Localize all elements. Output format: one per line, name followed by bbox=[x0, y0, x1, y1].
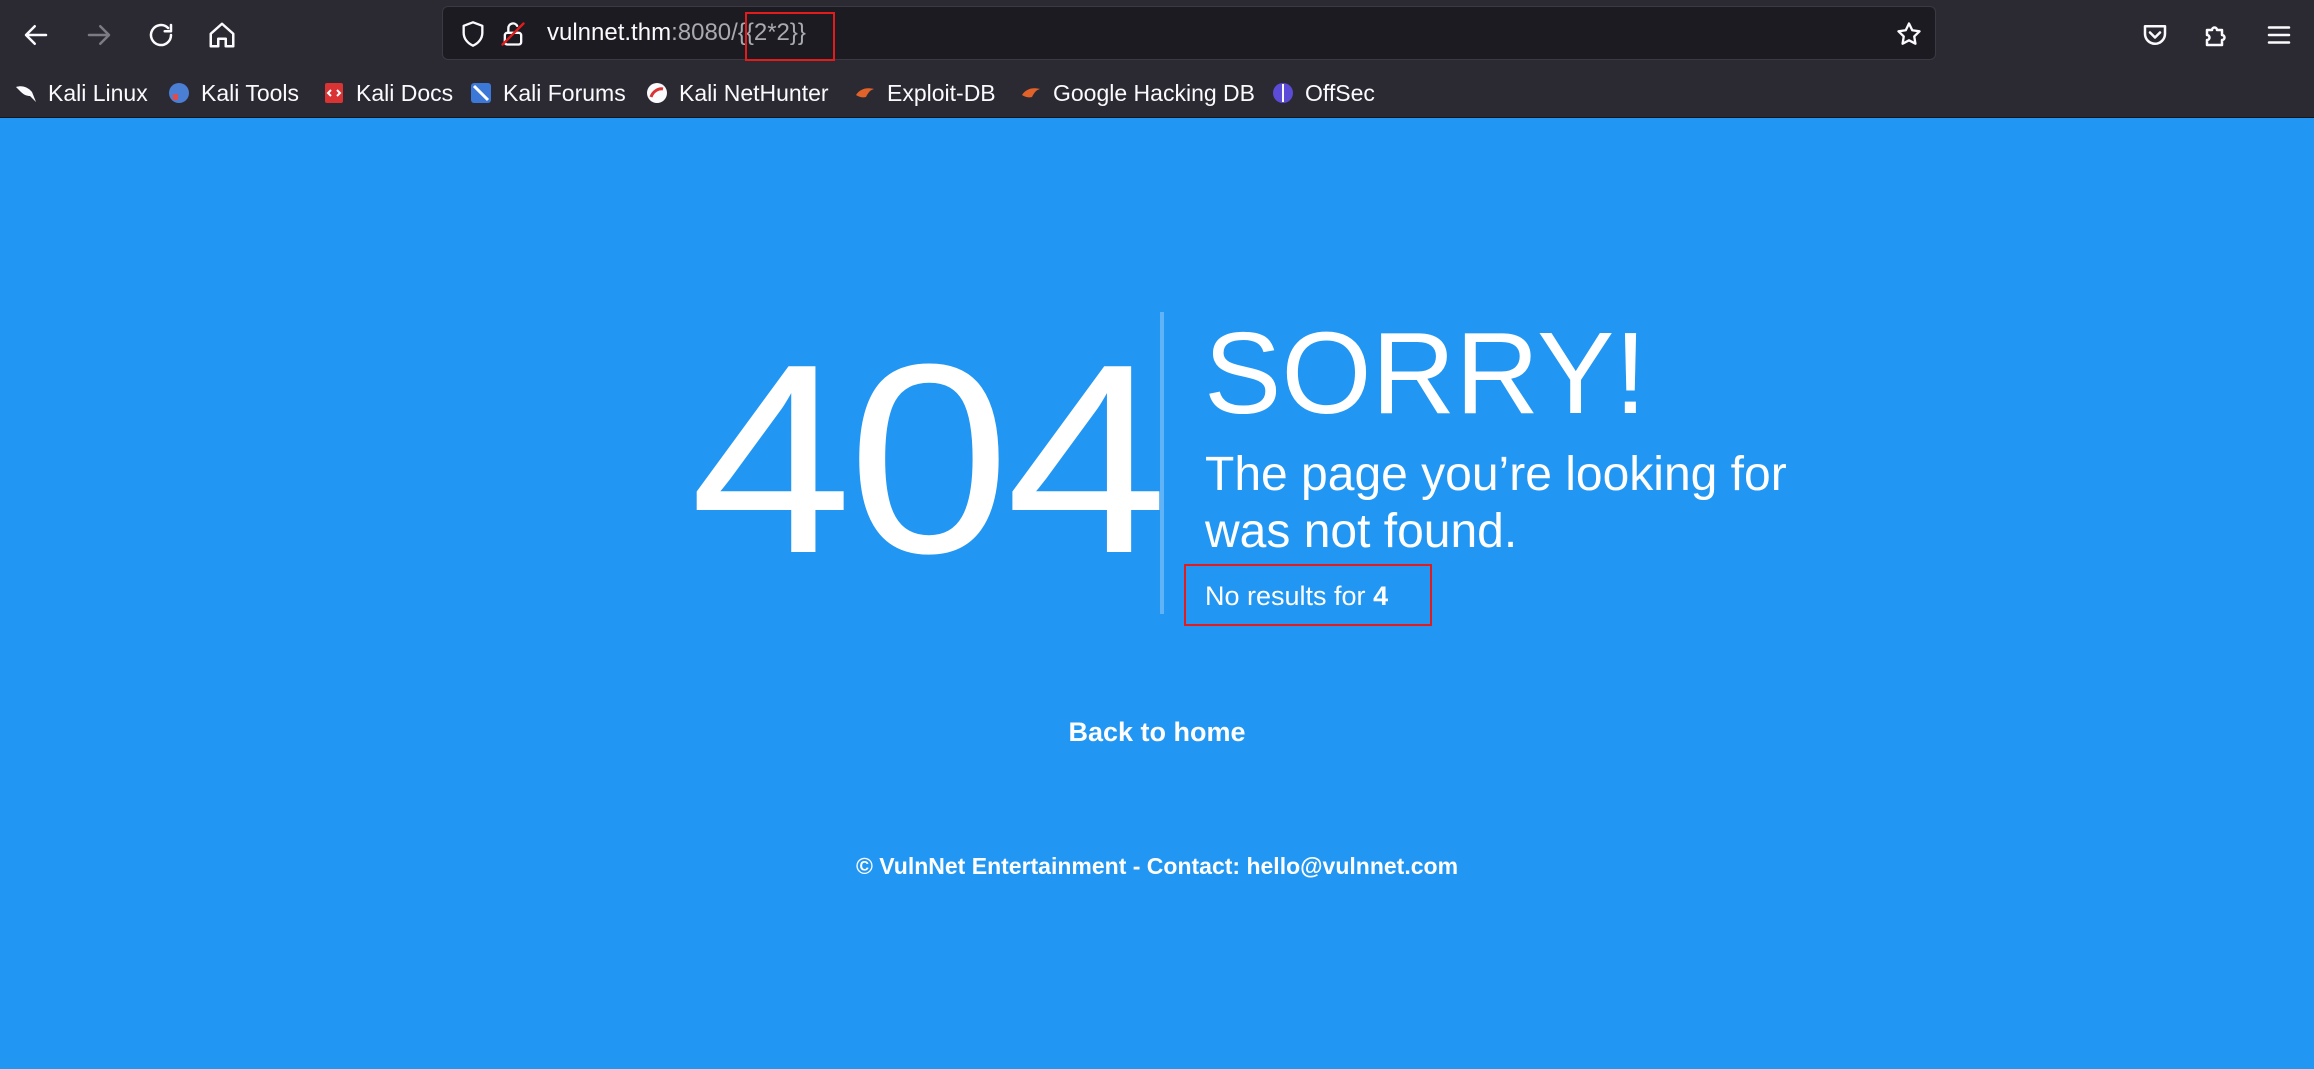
reload-icon bbox=[149, 23, 173, 47]
extensions-button[interactable] bbox=[2195, 13, 2239, 57]
bookmark-kali-nethunter[interactable]: Kali NetHunter bbox=[645, 68, 829, 118]
vertical-divider bbox=[1160, 312, 1164, 614]
kali-dragon-icon bbox=[14, 81, 38, 105]
bookmark-star-icon[interactable] bbox=[1893, 18, 1925, 50]
bookmark-kali-tools[interactable]: Kali Tools bbox=[167, 68, 299, 118]
hamburger-menu-icon bbox=[2267, 26, 2291, 44]
bookmark-label: Exploit-DB bbox=[887, 79, 996, 106]
browser-toolbar: vulnnet.thm:8080/{{2*2}} bbox=[0, 0, 2314, 68]
shield-icon[interactable] bbox=[457, 18, 489, 50]
bookmark-kali-docs[interactable]: Kali Docs bbox=[322, 68, 453, 118]
home-button[interactable] bbox=[200, 13, 244, 57]
nethunter-icon bbox=[645, 81, 669, 105]
url-port-path: :8080/ bbox=[671, 19, 738, 46]
bookmark-offsec[interactable]: OffSec bbox=[1271, 68, 1375, 118]
bookmark-label: Kali Linux bbox=[48, 79, 148, 106]
error-code: 404 bbox=[690, 309, 1168, 610]
bookmark-label: Kali Forums bbox=[503, 79, 626, 106]
bookmarks-toolbar: Kali Linux Kali Tools Kali Docs Kali For… bbox=[0, 68, 2314, 118]
pocket-icon bbox=[2143, 25, 2167, 45]
address-bar[interactable]: vulnnet.thm:8080/{{2*2}} bbox=[442, 6, 1936, 60]
forward-button[interactable] bbox=[77, 13, 121, 57]
puzzle-icon bbox=[2205, 26, 2226, 47]
back-button[interactable] bbox=[14, 13, 58, 57]
bookmark-kali-forums[interactable]: Kali Forums bbox=[469, 68, 626, 118]
url-payload-highlight-box bbox=[745, 12, 835, 61]
back-to-home-link[interactable]: Back to home bbox=[1068, 717, 1245, 747]
bookmark-label: Kali NetHunter bbox=[679, 79, 829, 106]
menu-button[interactable] bbox=[2257, 13, 2301, 57]
footer-text: © VulnNet Entertainment - Contact: hello… bbox=[855, 853, 1459, 879]
bookmark-exploit-db[interactable]: Exploit-DB bbox=[853, 68, 996, 118]
arrow-right-icon bbox=[87, 25, 111, 45]
kali-forums-icon bbox=[469, 81, 493, 105]
search-result-highlight-box bbox=[1184, 564, 1432, 626]
back-to-home-container: Back to home bbox=[0, 712, 2314, 752]
pocket-button[interactable] bbox=[2133, 13, 2177, 57]
bookmark-label: OffSec bbox=[1305, 79, 1375, 106]
bookmark-label: Kali Tools bbox=[201, 79, 300, 106]
error-message: The page you’re looking for was not foun… bbox=[1205, 448, 1787, 558]
reload-button[interactable] bbox=[139, 13, 183, 57]
url-host: vulnnet.thm bbox=[547, 19, 672, 46]
home-icon bbox=[209, 22, 235, 48]
bookmark-kali-linux[interactable]: Kali Linux bbox=[14, 68, 148, 118]
ghdb-icon bbox=[1019, 81, 1043, 105]
bookmark-label: Kali Docs bbox=[356, 79, 454, 106]
exploit-db-icon bbox=[853, 81, 877, 105]
bookmark-label: Google Hacking DB bbox=[1053, 79, 1255, 106]
bookmark-google-hacking-db[interactable]: Google Hacking DB bbox=[1019, 68, 1255, 118]
kali-tools-icon bbox=[167, 81, 191, 105]
offsec-icon bbox=[1271, 81, 1295, 105]
kali-docs-icon bbox=[322, 81, 346, 105]
error-headline: SORRY! bbox=[1204, 308, 1647, 438]
insecure-lock-icon[interactable] bbox=[497, 18, 529, 50]
arrow-left-icon bbox=[24, 25, 48, 45]
